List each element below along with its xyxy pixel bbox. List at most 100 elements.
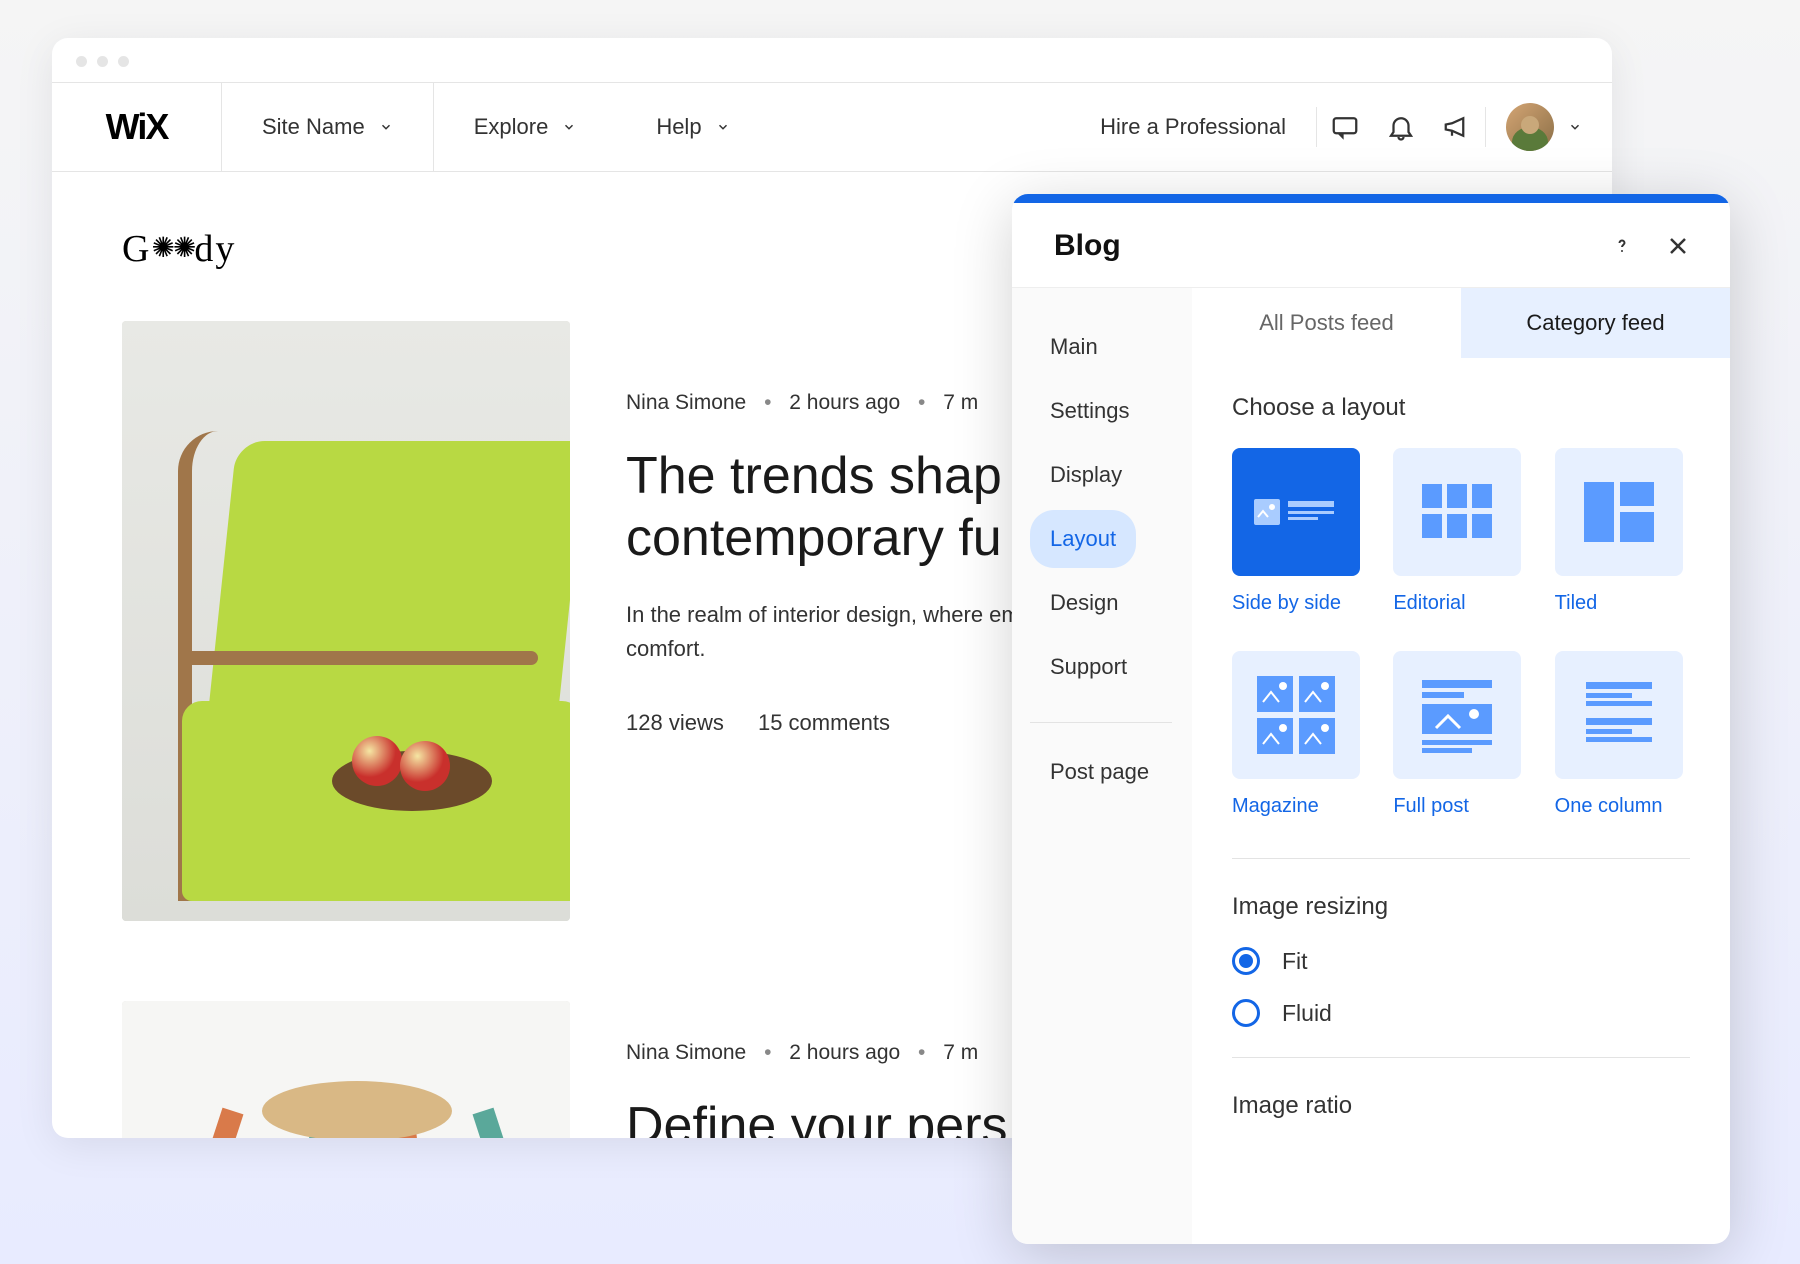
help-icon [1610,234,1634,258]
dot-separator: • [764,1041,771,1064]
explore-dropdown[interactable]: Explore [434,83,617,171]
post-author: Nina Simone [626,391,746,414]
chevron-down-icon [1568,120,1582,134]
dot-separator: • [918,391,925,414]
tab-all-posts-feed[interactable]: All Posts feed [1192,288,1461,358]
blog-settings-panel: Blog Main Settings Display Layout Design… [1012,194,1730,1244]
sidebar-item-settings[interactable]: Settings [1030,382,1150,440]
tab-category-feed[interactable]: Category feed [1461,288,1730,358]
window-dot [76,56,87,67]
site-name-dropdown[interactable]: Site Name [222,83,434,171]
radio-fluid[interactable]: Fluid [1232,999,1690,1027]
sidebar-item-post-page[interactable]: Post page [1030,743,1169,801]
tiled-icon [1584,482,1654,542]
panel-content: Choose a layout [1192,358,1730,1166]
image-ratio-label: Image ratio [1232,1092,1690,1120]
brand-left: G [122,228,151,270]
layout-thumbnail [1232,448,1360,576]
megaphone-icon [1442,112,1472,142]
layout-label: One column [1555,795,1690,818]
panel-help-button[interactable] [1610,234,1634,258]
radio-label: Fit [1282,948,1308,975]
magazine-icon [1257,676,1335,754]
one-column-icon [1580,676,1658,754]
layout-thumbnail [1393,448,1521,576]
panel-title: Blog [1054,229,1121,263]
post-image [122,1001,570,1138]
chat-button[interactable] [1317,112,1373,142]
layout-option-tiled[interactable]: Tiled [1555,448,1690,615]
site-name-label: Site Name [262,114,365,140]
post-age: 2 hours ago [789,391,900,414]
notifications-button[interactable] [1373,112,1429,142]
window-controls [76,56,129,67]
chat-icon [1330,112,1360,142]
layout-option-one-column[interactable]: One column [1555,651,1690,818]
radio-label: Fluid [1282,1000,1332,1027]
chevron-down-icon [379,120,393,134]
editorial-icon [1422,484,1492,540]
layout-label: Full post [1393,795,1528,818]
dot-separator: • [764,391,771,414]
layout-option-magazine[interactable]: Magazine [1232,651,1367,818]
chevron-down-icon [562,120,576,134]
radio-indicator [1232,947,1260,975]
avatar [1506,103,1554,151]
image-resizing-label: Image resizing [1232,893,1690,921]
wix-logo[interactable]: WiX [52,83,222,171]
layout-grid: Side by side [1232,448,1690,818]
hire-professional-link[interactable]: Hire a Professional [1070,114,1316,140]
sidebar-item-support[interactable]: Support [1030,638,1147,696]
post-comments: 15 comments [758,710,890,735]
post-age: 2 hours ago [789,1041,900,1064]
hire-label: Hire a Professional [1100,114,1286,139]
sidebar-item-layout[interactable]: Layout [1030,510,1136,568]
divider [1232,1057,1690,1058]
window-dot [97,56,108,67]
top-toolbar: WiX Site Name Explore Help Hire a Profes… [52,82,1612,172]
panel-main: All Posts feed Category feed Choose a la… [1192,288,1730,1244]
wix-logo-text: WiX [106,106,168,148]
image-resizing-group: Fit Fluid [1232,947,1690,1027]
radio-fit[interactable]: Fit [1232,947,1690,975]
announcements-button[interactable] [1429,112,1485,142]
close-icon [1666,234,1690,258]
layout-option-editorial[interactable]: Editorial [1393,448,1528,615]
layout-option-side-by-side[interactable]: Side by side [1232,448,1367,615]
post-views: 128 views [626,710,724,735]
brand-decoration: ✺✺ [151,231,194,265]
account-menu[interactable] [1486,103,1612,151]
dot-separator: • [918,1041,925,1064]
sidebar-item-main[interactable]: Main [1030,318,1118,376]
layout-thumbnail [1555,651,1683,779]
divider [1232,858,1690,859]
layout-label: Editorial [1393,592,1528,615]
sidebar-item-display[interactable]: Display [1030,446,1142,504]
layout-thumbnail [1555,448,1683,576]
post-read-time: 7 m [943,1041,978,1064]
layout-thumbnail [1232,651,1360,779]
help-dropdown[interactable]: Help [616,83,769,171]
radio-indicator [1232,999,1260,1027]
chevron-down-icon [716,120,730,134]
layout-label: Side by side [1232,592,1367,615]
window-dot [118,56,129,67]
feed-tabs: All Posts feed Category feed [1192,288,1730,358]
layout-section-label: Choose a layout [1232,394,1690,422]
site-brand[interactable]: G✺✺dy [122,227,236,271]
layout-thumbnail [1393,651,1521,779]
panel-header: Blog [1012,203,1730,288]
layout-option-full-post[interactable]: Full post [1393,651,1528,818]
divider [1030,722,1172,723]
brand-right: dy [194,228,236,270]
explore-label: Explore [474,114,549,140]
sidebar-item-design[interactable]: Design [1030,574,1138,632]
full-post-icon [1418,676,1496,754]
post-author: Nina Simone [626,1041,746,1064]
panel-sidebar: Main Settings Display Layout Design Supp… [1012,288,1192,1244]
bell-icon [1386,112,1416,142]
layout-label: Magazine [1232,795,1367,818]
post-image [122,321,570,921]
panel-accent-bar [1012,194,1730,203]
panel-close-button[interactable] [1666,234,1690,258]
